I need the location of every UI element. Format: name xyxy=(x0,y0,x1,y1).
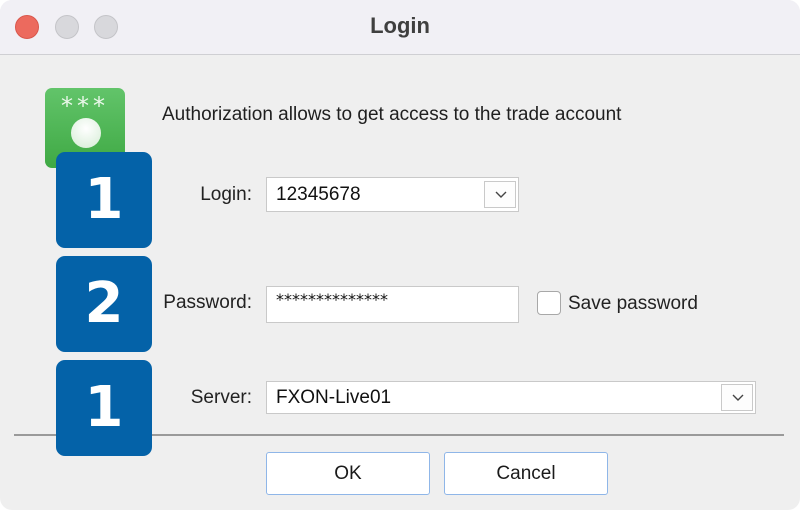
server-value[interactable]: FXON-Live01 xyxy=(276,387,391,409)
step-badge-password: 2 xyxy=(56,256,152,352)
step-badge-login: 1 xyxy=(56,152,152,248)
chevron-down-icon xyxy=(495,191,507,198)
icon-dot xyxy=(71,118,101,148)
password-label: Password: xyxy=(163,292,252,313)
login-value[interactable]: 12345678 xyxy=(276,184,361,206)
window-title: Login xyxy=(370,13,430,38)
server-dropdown-button[interactable] xyxy=(721,384,753,411)
password-input[interactable]: ************** xyxy=(266,286,519,323)
login-combobox[interactable]: 12345678 xyxy=(266,177,519,212)
save-password-checkbox[interactable] xyxy=(537,291,561,315)
server-label: Server: xyxy=(190,387,252,408)
ok-button[interactable]: OK xyxy=(266,452,430,495)
chevron-down-icon xyxy=(732,394,744,401)
password-value[interactable]: ************** xyxy=(276,290,388,309)
cancel-button[interactable]: Cancel xyxy=(444,452,608,495)
step-badge-server: 1 xyxy=(56,360,152,456)
password-stars: *** xyxy=(61,92,109,120)
login-dialog: Login *** Authorization allows to get ac… xyxy=(0,0,800,510)
authorization-info-text: Authorization allows to get access to th… xyxy=(162,104,622,125)
server-combobox[interactable]: FXON-Live01 xyxy=(266,381,756,414)
save-password-label[interactable]: Save password xyxy=(568,293,698,315)
login-dropdown-button[interactable] xyxy=(484,181,516,208)
title-bar: Login xyxy=(0,0,800,55)
login-label: Login: xyxy=(200,184,252,205)
